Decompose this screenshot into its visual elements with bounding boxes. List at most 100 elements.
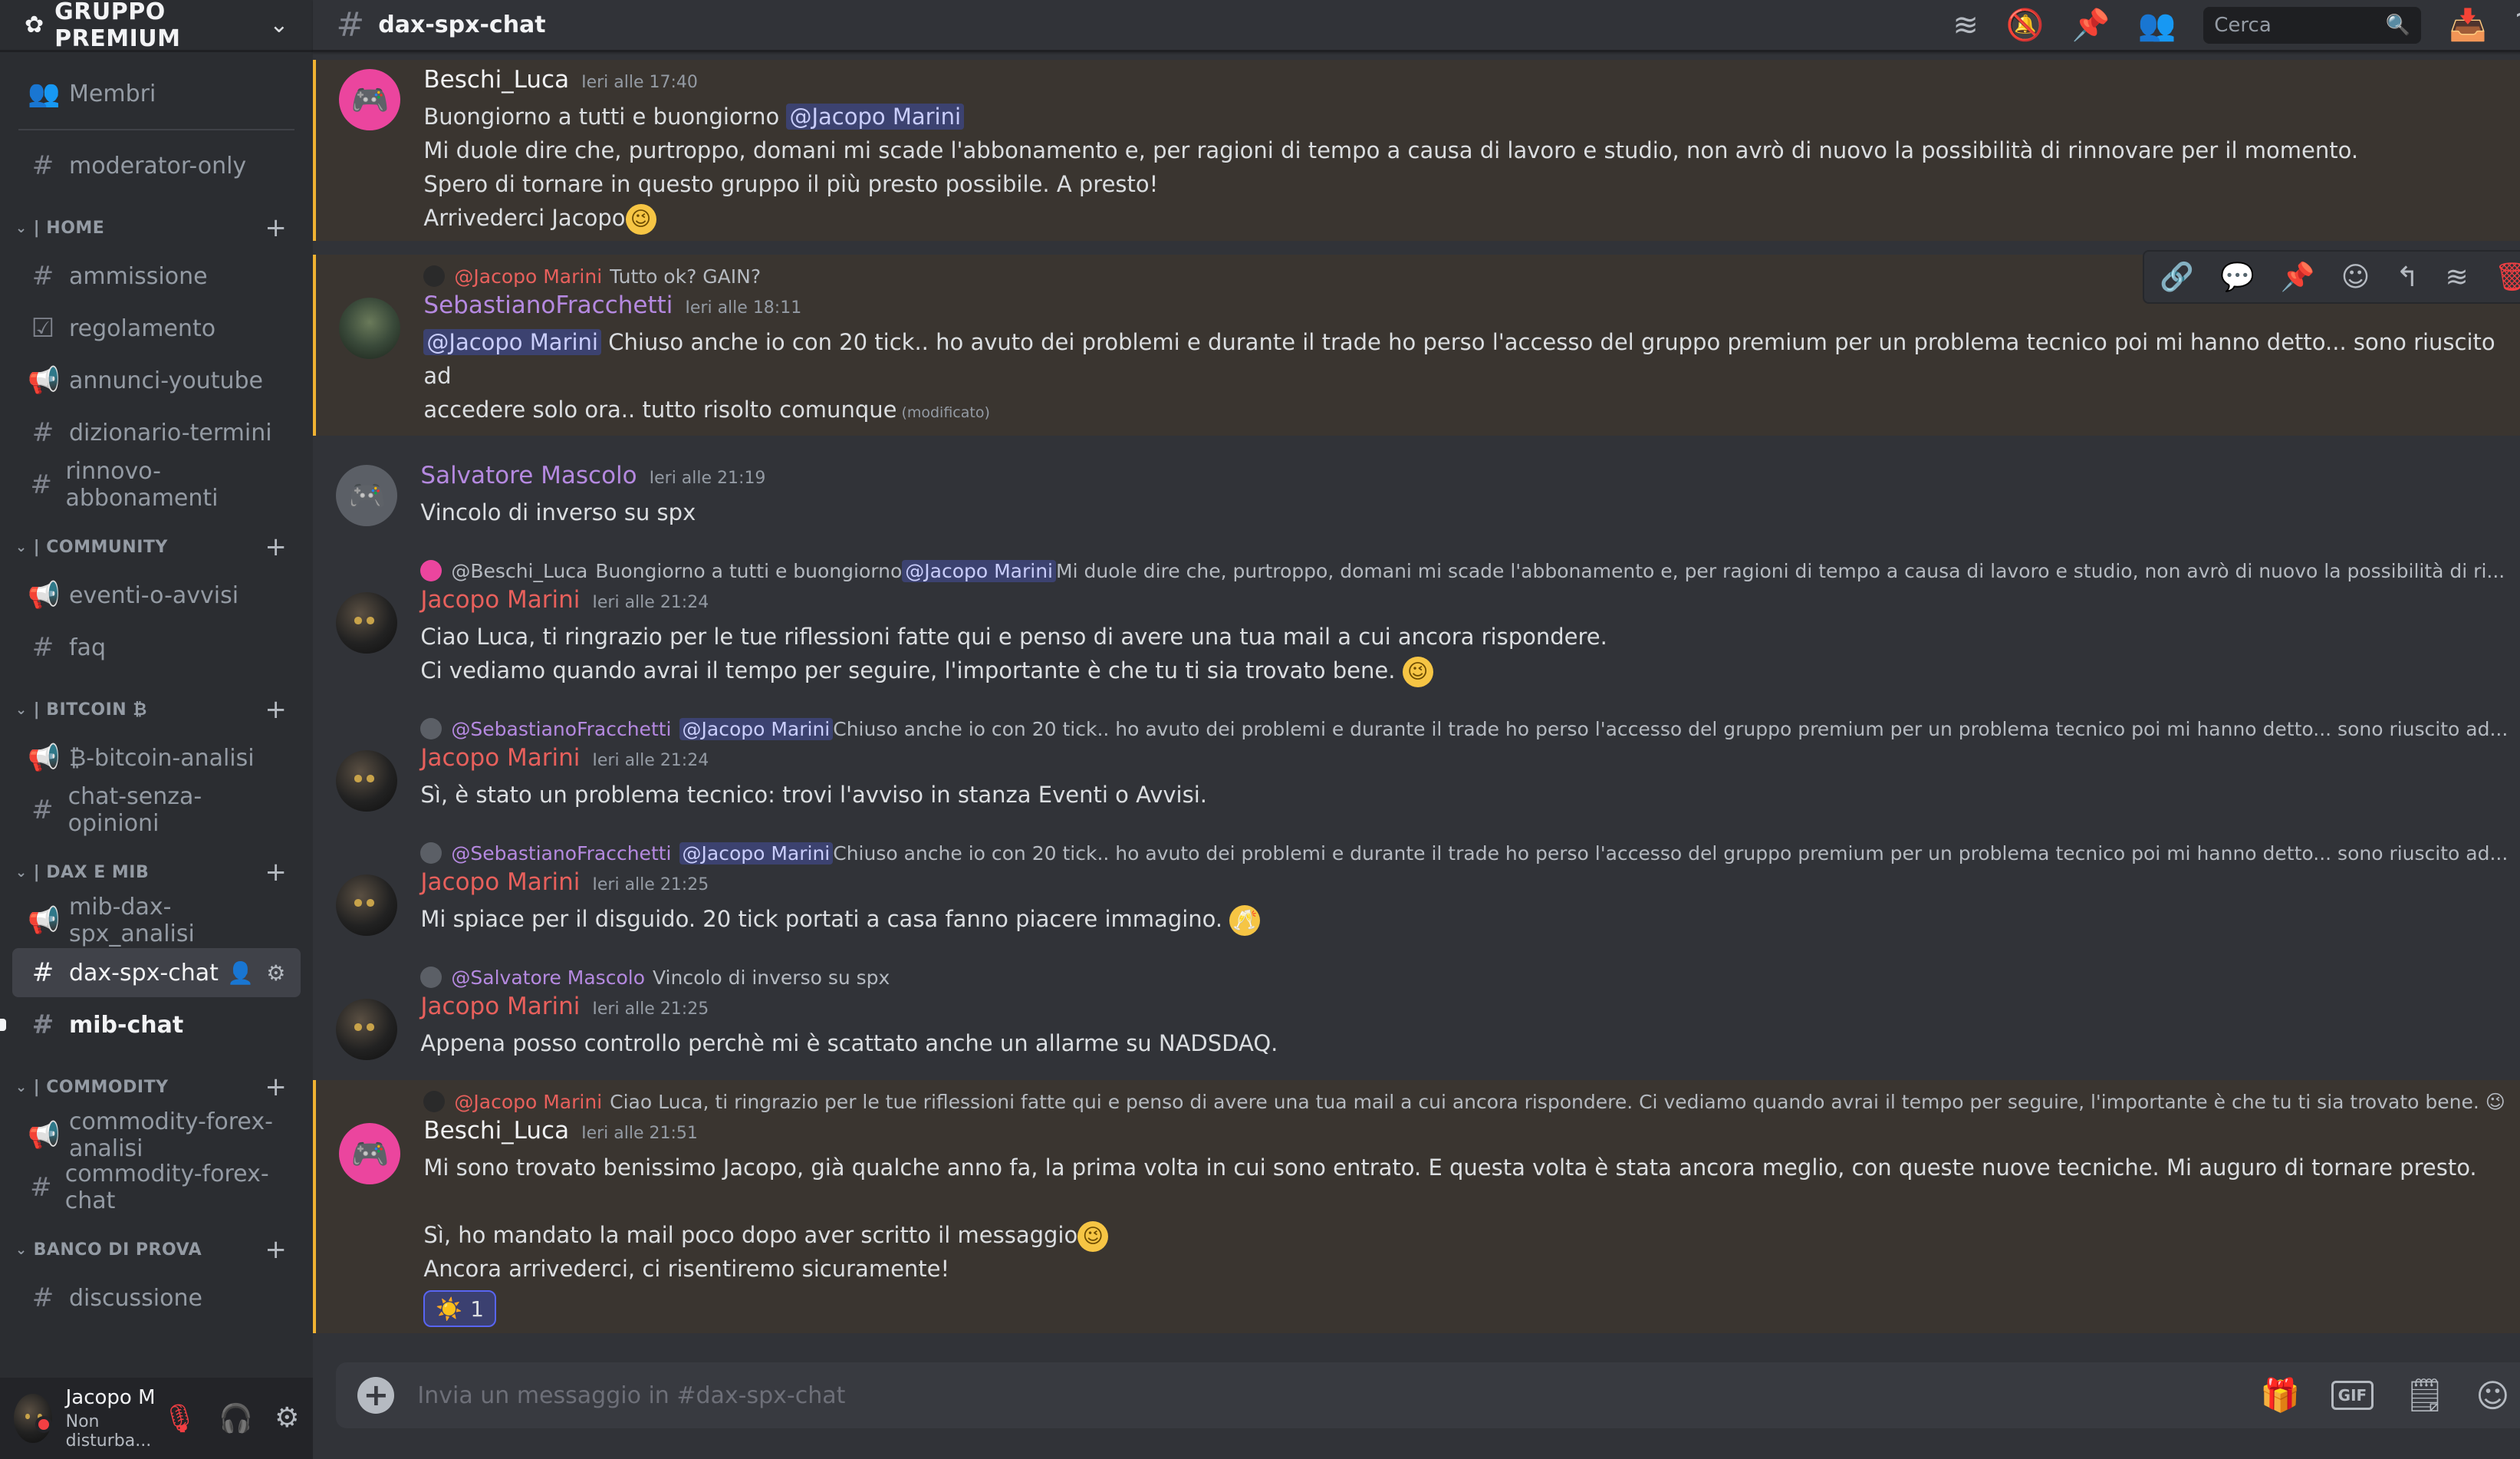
message-author[interactable]: Jacopo Marini (420, 586, 580, 614)
add-attachment-button[interactable]: + (357, 1377, 395, 1414)
hash-icon: # (31, 261, 54, 291)
user-avatar[interactable] (336, 874, 398, 936)
sidebar-item-ammissione[interactable]: # ammissione (12, 252, 301, 301)
message-author[interactable]: Jacopo Marini (420, 868, 580, 896)
help-icon[interactable]: ? (2515, 8, 2520, 43)
reply-preview[interactable]: @Salvatore Mascolo Vincolo di inverso su … (420, 962, 2508, 993)
add-channel-icon[interactable]: + (265, 1072, 287, 1102)
add-channel-icon[interactable]: + (265, 694, 287, 725)
user-avatar[interactable]: 🎮 (339, 1123, 401, 1184)
user-settings-gear-icon[interactable]: ⚙ (275, 1402, 299, 1434)
category-name: | DAX E MIB (33, 862, 150, 882)
add-reaction-icon[interactable]: ☺ (2341, 262, 2370, 293)
message-author[interactable]: Jacopo Marini (420, 744, 580, 772)
user-avatar[interactable] (339, 298, 401, 359)
message-list: 🎮 Beschi_Luca Ieri alle 17:40 Buongiorno a … (313, 52, 2520, 1362)
message-body: Vincolo di inverso su spx (420, 496, 2508, 529)
server-icon: ✿ (25, 12, 44, 38)
user-mention[interactable]: @Jacopo Marini (679, 841, 834, 865)
create-thread-icon[interactable]: ≋ (2445, 262, 2468, 293)
copy-link-icon[interactable]: 🔗 (2160, 261, 2194, 293)
sidebar-item-eventi-o-avvisi[interactable]: 📢 eventi-o-avvisi (12, 571, 301, 620)
message-input[interactable] (417, 1382, 2261, 1409)
user-avatar[interactable]: 🎮 (336, 465, 398, 526)
gift-icon[interactable]: 🎁 (2260, 1376, 2300, 1415)
edited-label: (modificato) (901, 404, 990, 421)
reply-author: @SebastianoFracchetti (451, 841, 672, 865)
reply-preview[interactable]: @SebastianoFracchetti @Jacopo Marini Chiu… (420, 713, 2508, 744)
message-author[interactable]: Salvatore Mascolo (420, 462, 637, 489)
threads-icon[interactable]: ≋ (1953, 8, 1979, 43)
channel-topbar: # dax-spx-chat ≋ 🔕 📌 👥 Cerca 🔍 📥 ? (313, 0, 2520, 52)
pin-icon[interactable]: 📌 (2072, 7, 2110, 43)
category-header[interactable]: ⌄ BANCO DI PROVA + (12, 1229, 301, 1270)
add-channel-icon[interactable]: + (265, 1234, 287, 1265)
chevron-down-icon[interactable]: ⌄ (269, 12, 288, 38)
sidebar-item-commodity-forex-chat[interactable]: # commodity-forex-chat (12, 1161, 301, 1214)
hash-icon: # (31, 957, 54, 988)
sidebar-item-commodity-forex-analisi[interactable]: 📢 commodity-forex-analisi (12, 1108, 301, 1162)
category-header[interactable]: ⌄ | HOME + (12, 207, 301, 249)
sidebar-item-rinnovo-abbonamenti[interactable]: # rinnovo-abbonamenti (12, 458, 301, 512)
sidebar-item-mib-dax-spx_analisi[interactable]: 📢 mib-dax-spx_analisi (12, 894, 301, 947)
add-channel-icon[interactable]: + (265, 857, 287, 888)
hash-icon: # (30, 1172, 52, 1203)
sidebar-item-Membri[interactable]: 👥 Membri (12, 69, 301, 118)
message-author[interactable]: Beschi_Luca (423, 66, 569, 94)
reply-preview[interactable]: @Jacopo Marini Ciao Luca, ti ringrazio pe… (423, 1086, 2508, 1117)
mute-mic-icon[interactable]: 🎙 (163, 1402, 198, 1434)
reply-preview[interactable]: @Beschi_Luca Buongiorno a tutti e buongio… (420, 555, 2508, 586)
sidebar-item-dax-spx-chat[interactable]: # dax-spx-chat 👤 ⚙ (12, 948, 301, 997)
sidebar-item-dizionario-termini[interactable]: # dizionario-termini (12, 408, 301, 457)
user-mention[interactable]: @Jacopo Marini (902, 559, 1056, 582)
user-mention[interactable]: @Jacopo Marini (786, 104, 965, 130)
notifications-muted-icon[interactable]: 🔕 (2006, 7, 2045, 43)
add-channel-icon[interactable]: + (265, 212, 287, 243)
user-avatar[interactable]: 🎮 (339, 69, 401, 130)
chevron-down-icon: ⌄ (15, 538, 28, 555)
reaction-button[interactable]: ☀️ 1 (423, 1290, 497, 1327)
sidebar-item-₿-bitcoin-analisi[interactable]: 📢 ₿-bitcoin-analisi (12, 733, 301, 782)
sticker-icon[interactable]: 🗒 (2404, 1376, 2445, 1415)
message: @Jacopo Marini Ciao Luca, ti ringrazio pe… (313, 1080, 2520, 1333)
user-mention[interactable]: @Jacopo Marini (679, 717, 834, 740)
chevron-down-icon: ⌄ (15, 701, 28, 718)
channel-settings-gear-icon[interactable]: ⚙ (266, 960, 285, 986)
user-avatar[interactable] (336, 750, 398, 812)
member-list-icon[interactable]: 👥 (2137, 7, 2176, 43)
thread-icon[interactable]: 💬 (2220, 261, 2255, 293)
message-author[interactable]: Jacopo Marini (420, 993, 580, 1020)
gif-button[interactable]: GIF (2331, 1381, 2374, 1410)
message: @SebastianoFracchetti @Jacopo Marini Chiu… (313, 832, 2520, 942)
category-header[interactable]: ⌄ | BITCOIN ₿ + (12, 689, 301, 730)
headphones-icon[interactable]: 🎧 (219, 1402, 253, 1434)
reply-preview[interactable]: @SebastianoFracchetti @Jacopo Marini Chiu… (420, 838, 2508, 868)
message-author[interactable]: Beschi_Luca (423, 1117, 569, 1144)
sidebar-item-faq[interactable]: # faq (12, 623, 301, 672)
category-header[interactable]: ⌄ | COMMUNITY + (12, 526, 301, 568)
server-header[interactable]: ✿ GRUPPO PREMIUM ⌄ (0, 0, 314, 52)
search-box[interactable]: Cerca 🔍 (2203, 6, 2422, 44)
sidebar-item-discussione[interactable]: # discussione (12, 1273, 301, 1322)
delete-icon[interactable]: 🗑 (2495, 261, 2520, 293)
reply-icon[interactable]: ↰ (2396, 262, 2419, 293)
invite-icon[interactable]: 👤 (227, 960, 254, 986)
sidebar-item-regolamento[interactable]: ☑ regolamento (12, 304, 301, 353)
category-header[interactable]: ⌄ | COMMODITY + (12, 1066, 301, 1108)
message-author[interactable]: SebastianoFracchetti (423, 291, 673, 319)
emoji-picker-icon[interactable]: ☺ (2476, 1377, 2510, 1415)
category-name: | HOME (33, 218, 105, 238)
category-header[interactable]: ⌄ | DAX E MIB + (12, 851, 301, 893)
sidebar-item-moderator-only[interactable]: # moderator-only (12, 141, 301, 190)
sidebar-item-label: ₿-bitcoin-analisi (69, 744, 255, 772)
inbox-icon[interactable]: 📥 (2449, 7, 2487, 43)
add-channel-icon[interactable]: + (265, 532, 287, 562)
user-avatar[interactable] (336, 999, 398, 1060)
pin-message-icon[interactable]: 📌 (2281, 261, 2315, 293)
sidebar-item-chat-senza-opinioni[interactable]: # chat-senza-opinioni (12, 783, 301, 837)
user-mention[interactable]: @Jacopo Marini (423, 329, 601, 355)
user-name[interactable]: Jacopo M (66, 1386, 163, 1409)
sidebar-item-mib-chat[interactable]: # mib-chat (0, 1000, 301, 1049)
user-avatar[interactable] (336, 592, 398, 654)
sidebar-item-annunci-youtube[interactable]: 📢 annunci-youtube (12, 356, 301, 405)
